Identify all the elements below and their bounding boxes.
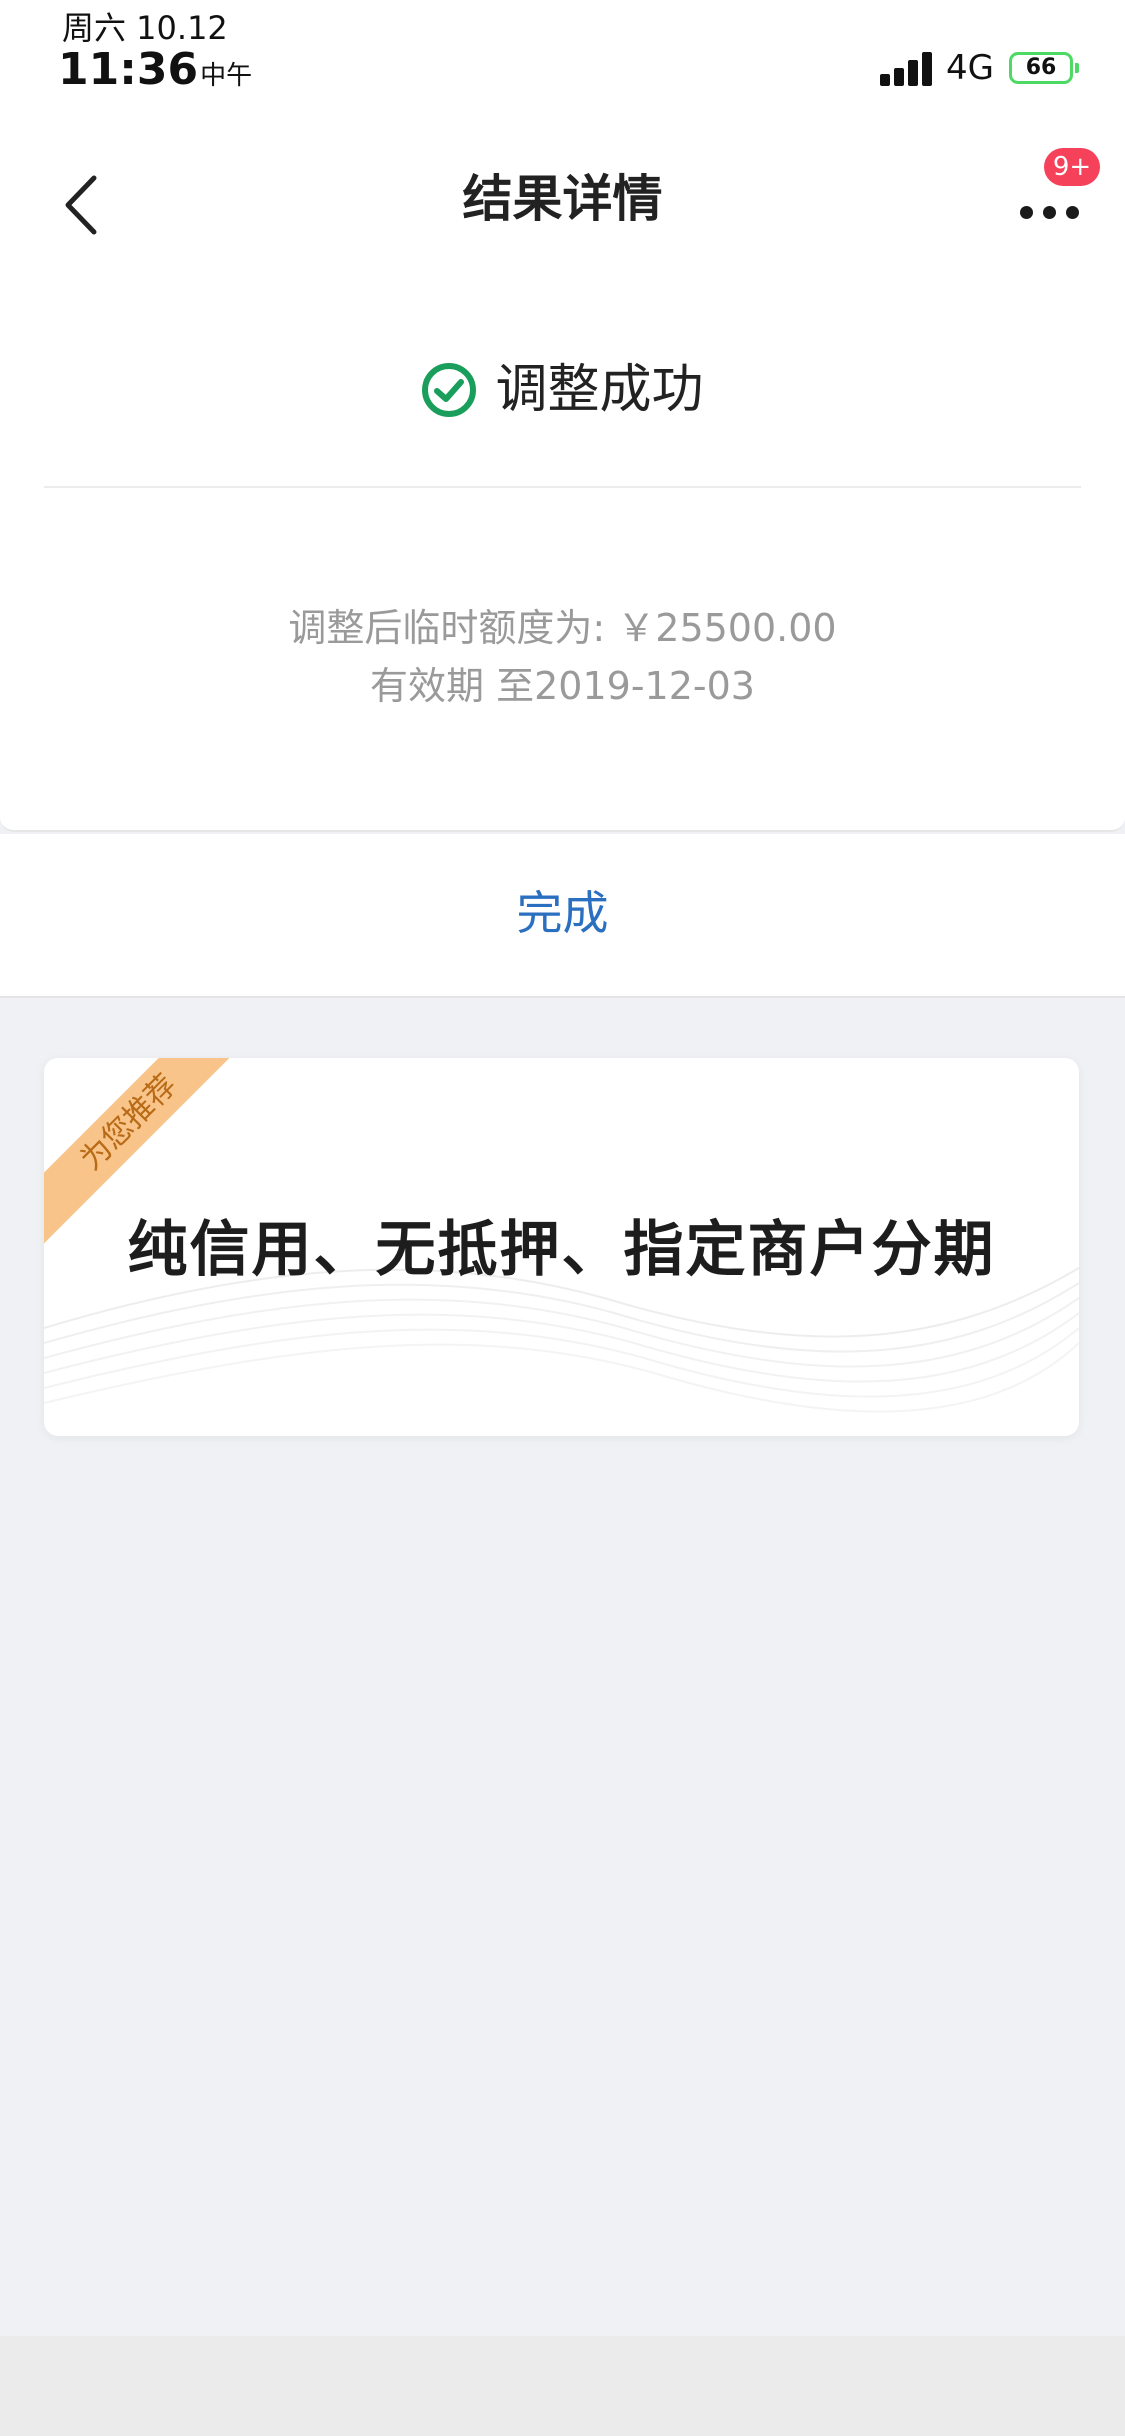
status-date: 周六 10.12: [62, 9, 228, 47]
status-bar: 周六 10.12 11:36中午 4G 66: [0, 0, 1125, 110]
limit-info: 调整后临时额度为: ￥25500.00: [288, 606, 837, 650]
page-title: 结果详情: [462, 170, 663, 228]
validity-info: 有效期 至2019-12-03: [370, 664, 755, 708]
result-header: 调整成功: [0, 350, 1125, 430]
network-type: 4G: [946, 48, 994, 88]
promo-title: 纯信用、无抵押、指定商户分期: [127, 1215, 996, 1285]
nav-bar: 结果详情: [0, 110, 1125, 290]
done-button[interactable]: 完成: [0, 878, 1125, 948]
status-time: 11:36中午: [58, 44, 252, 102]
done-area: 完成: [0, 834, 1125, 998]
bottom-bar: [0, 2336, 1125, 2436]
divider: [44, 486, 1081, 488]
signal-icon: [880, 50, 936, 86]
more-button[interactable]: [1010, 180, 1090, 250]
check-circle-icon: [422, 363, 477, 417]
result-card: 调整成功: [0, 290, 1125, 832]
notification-badge: 9+: [1044, 148, 1100, 186]
battery-icon: 66: [1009, 52, 1079, 84]
result-status: 调整成功: [495, 360, 704, 420]
promo-card[interactable]: 为您推荐 纯信用、无抵押、指定商户分期: [44, 1058, 1079, 1436]
more-icon: [1020, 206, 1080, 220]
status-clock: 11:36: [58, 44, 199, 95]
status-ampm: 中午: [200, 61, 253, 91]
battery-level: 66: [1025, 55, 1057, 80]
